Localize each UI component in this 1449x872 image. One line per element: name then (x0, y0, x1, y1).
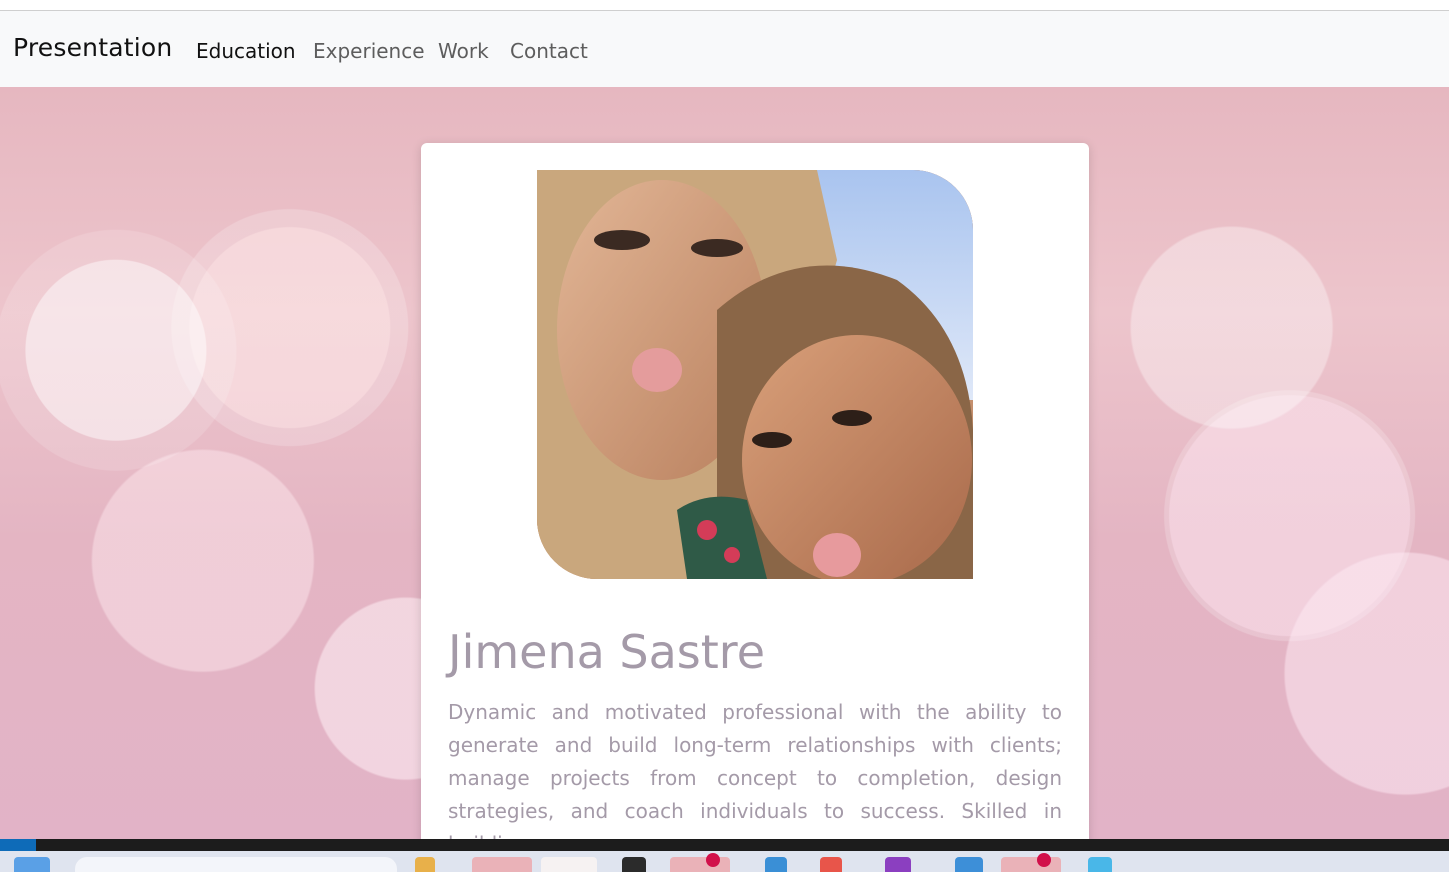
chrome-icon[interactable] (1001, 853, 1061, 872)
app-icon[interactable] (1088, 857, 1112, 872)
profile-bio: Dynamic and motivated professional with … (448, 700, 1062, 839)
media-app-icon[interactable] (885, 857, 911, 872)
nav-link-experience[interactable]: Experience (313, 39, 425, 63)
nav-link-contact[interactable]: Contact (510, 39, 588, 63)
navbar-brand[interactable]: Presentation (13, 33, 172, 62)
notification-badge (706, 853, 720, 867)
store-icon[interactable] (955, 857, 983, 872)
navbar: Presentation Education Experience Work C… (0, 11, 1449, 87)
mail-app-icon[interactable] (472, 857, 532, 872)
notes-app-icon[interactable] (541, 857, 597, 872)
browser-icon[interactable] (765, 857, 787, 872)
nav-link-work[interactable]: Work (438, 39, 489, 63)
profile-photo (537, 170, 973, 579)
nav-link-education[interactable]: Education (196, 39, 296, 63)
profile-photo-illustration (537, 170, 973, 579)
profile-name: Jimena Sastre (448, 625, 766, 679)
taskbar-search-box[interactable] (75, 857, 397, 872)
hero-background: Jimena Sastre Dynamic and motivated prof… (0, 87, 1449, 839)
chat-app-icon[interactable] (670, 853, 730, 872)
browser-top-strip (0, 0, 1449, 11)
start-icon[interactable] (14, 857, 50, 872)
status-bar (0, 839, 1449, 851)
os-taskbar (0, 851, 1449, 872)
github-icon[interactable] (622, 857, 646, 872)
profile-card: Jimena Sastre Dynamic and motivated prof… (421, 143, 1089, 839)
notification-badge (1037, 853, 1051, 867)
app-icon[interactable] (820, 857, 842, 872)
status-bar-accent (0, 839, 36, 851)
folder-icon[interactable] (415, 857, 435, 872)
